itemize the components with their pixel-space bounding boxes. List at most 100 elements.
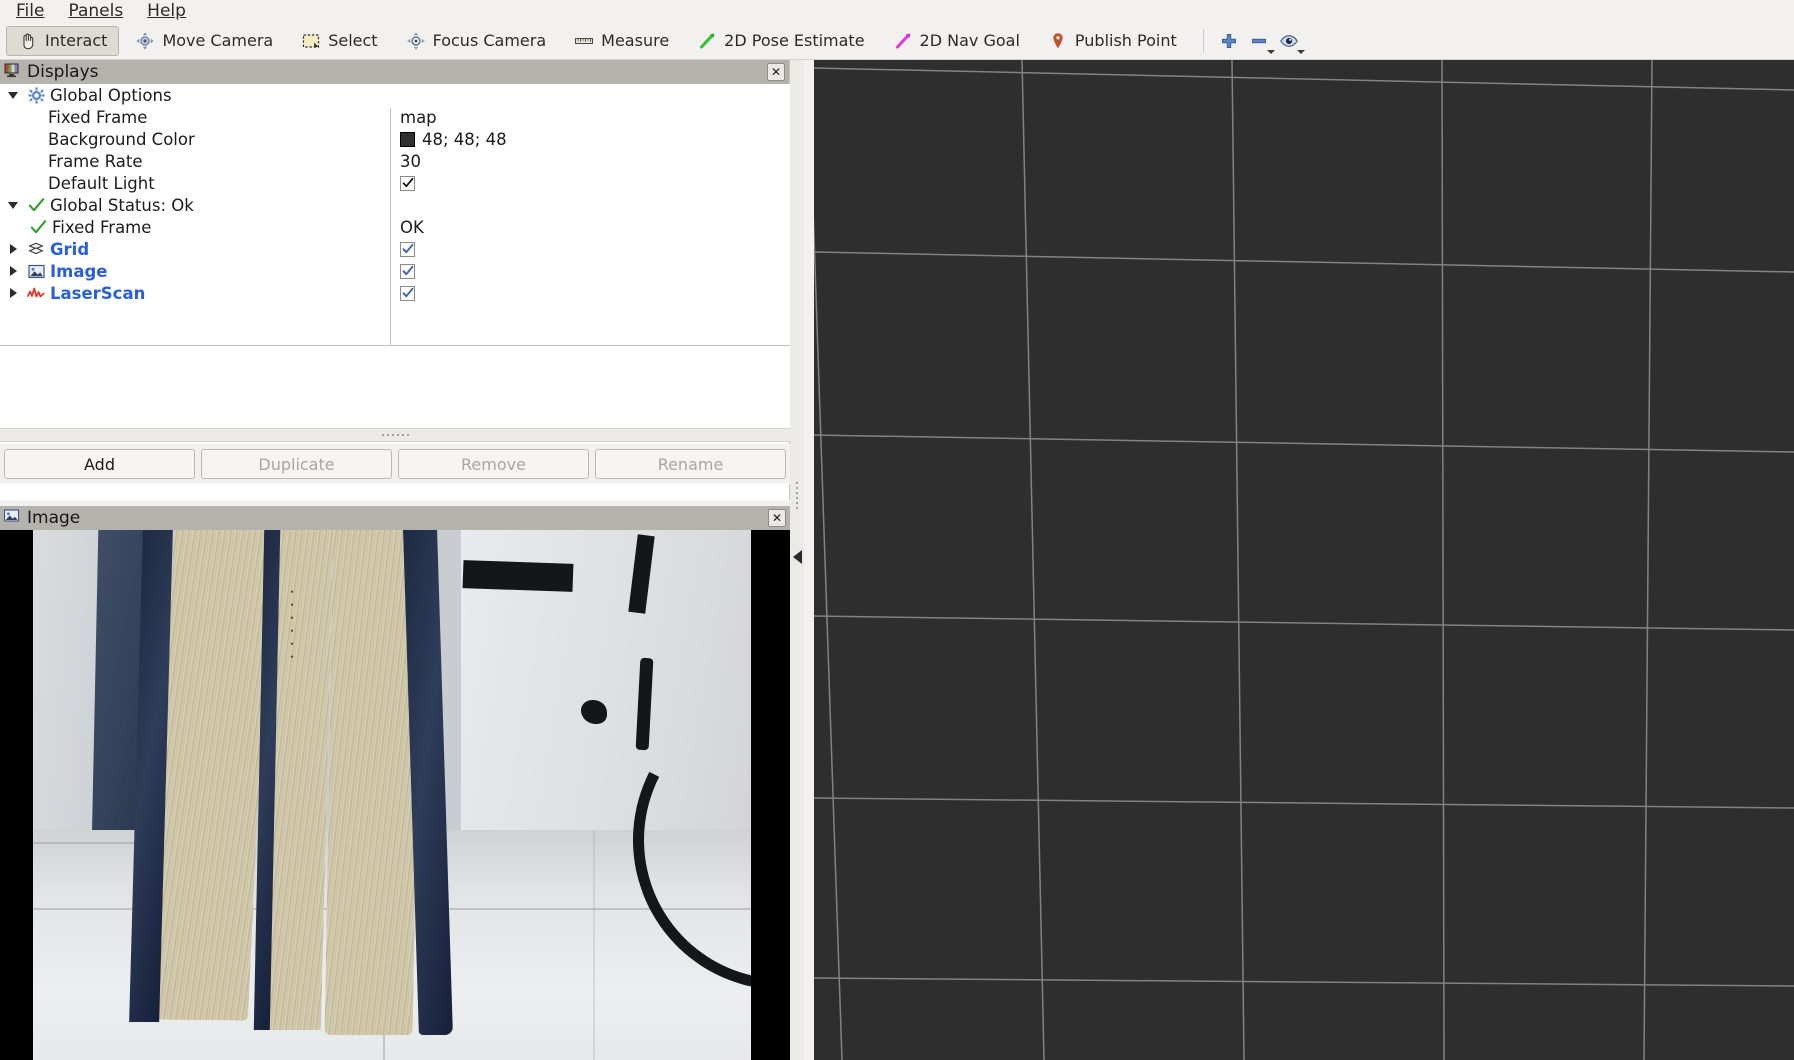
rename-button-label: Rename [657,454,724,474]
tree-value-fixed-frame[interactable]: map [400,106,437,128]
expander-grid[interactable] [2,244,24,254]
tree-row-global-status[interactable]: Global Status: Ok [0,194,790,216]
ruler-icon [574,31,594,51]
color-swatch [400,131,415,147]
displays-panel: Displays ✕ Global Options Fixed Frame ma… [0,60,790,500]
tree-row-background-color[interactable]: Background Color 48; 48; 48 [0,128,790,150]
visibility-button[interactable] [1274,27,1305,55]
main-toolbar: Interact Move Camera Select Focus Camera… [0,22,1794,60]
display-properties-area [0,346,790,428]
tree-label-fixed-frame-status: Fixed Frame [52,217,152,237]
displays-tree[interactable]: Global Options Fixed Frame map Backgroun… [0,84,790,370]
remove-button-label: Remove [461,454,526,474]
move-camera-icon [135,31,155,51]
expander-global-options[interactable] [2,91,24,99]
left-triangle-icon[interactable] [792,550,802,564]
floor-seam [593,830,595,1060]
tree-row-grid[interactable]: Grid [0,238,790,260]
tree-label-image: Image [50,261,108,281]
tool-interact-label: Interact [45,31,108,50]
tree-label-global-status: Global Status: Ok [50,195,194,215]
image-icon [24,263,48,280]
green-arrow-icon [697,31,717,51]
tool-publish-point[interactable]: Publish Point [1036,26,1189,56]
tree-column-divider[interactable] [390,108,391,370]
tool-measure[interactable]: Measure [562,26,681,56]
image-panel: Image ✕ ・・・・・・ [0,506,790,1060]
tree-label-fixed-frame: Fixed Frame [48,107,148,127]
tree-row-image[interactable]: Image [0,260,790,282]
eye-icon [1279,31,1299,51]
tree-value-image[interactable] [400,260,415,282]
laserscan-waveform-icon [24,285,48,301]
tool-select[interactable]: Select [289,26,389,56]
grid-checkbox[interactable] [400,241,415,257]
displays-panel-titlebar: Displays ✕ [0,60,789,84]
displays-panel-title: Displays [27,62,99,82]
tool-select-label: Select [328,31,378,50]
minus-icon [1249,31,1269,51]
background-color-text: 48; 48; 48 [422,129,507,149]
3d-render-view[interactable] [814,60,1794,1060]
tool-publish-point-label: Publish Point [1074,31,1177,50]
green-check-icon [24,197,48,214]
tree-value-background-color[interactable]: 48; 48; 48 [400,128,507,150]
tree-row-global-options[interactable]: Global Options [0,84,790,106]
toolbar-separator [1202,28,1204,53]
tree-row-frame-rate[interactable]: Frame Rate 30 [0,150,790,172]
tool-focus-camera-label: Focus Camera [432,31,547,50]
magenta-arrow-icon [893,31,913,51]
image-checkbox[interactable] [400,263,415,279]
close-icon: ✕ [771,511,783,525]
image-panel-title: Image [27,508,81,528]
green-check-icon [26,219,50,236]
displays-panel-close-button[interactable]: ✕ [767,63,785,81]
tool-interact[interactable]: Interact [6,25,120,56]
laserscan-checkbox[interactable] [400,285,415,301]
board-mark-bar [462,560,574,592]
zoom-out-button[interactable] [1244,27,1275,55]
tree-row-laserscan[interactable]: LaserScan [0,282,790,304]
tree-row-fixed-frame[interactable]: Fixed Frame map [0,106,790,128]
zoom-in-button[interactable] [1214,27,1244,55]
focus-camera-icon [406,31,426,51]
select-rectangle-icon [301,31,321,51]
default-light-checkbox[interactable] [400,175,415,191]
visibility-dropdown-arrow[interactable] [1296,49,1305,54]
tool-measure-label: Measure [601,31,670,50]
tree-value-frame-rate[interactable]: 30 [400,150,421,172]
menu-file[interactable]: File [4,0,56,22]
tree-row-default-light[interactable]: Default Light [0,172,790,194]
rename-button[interactable]: Rename [595,449,786,479]
tree-value-fixed-frame-status: OK [400,217,424,237]
duplicate-button[interactable]: Duplicate [201,449,392,479]
add-button[interactable]: Add [4,449,195,479]
tree-value-laserscan[interactable] [400,282,415,304]
vertical-splitter[interactable] [790,60,804,1060]
horizontal-splitter[interactable] [0,428,790,442]
tree-row-fixed-frame-status[interactable]: Fixed Frame OK [0,216,790,238]
menu-panels[interactable]: Panels [56,0,135,22]
tree-label-default-light: Default Light [48,173,155,193]
expander-global-status[interactable] [2,201,24,209]
tool-2d-nav-goal[interactable]: 2D Nav Goal [881,26,1032,56]
tree-value-default-light[interactable] [400,172,415,194]
hand-cursor-icon [18,31,38,51]
menu-help-label: Help [147,1,186,21]
tool-2d-nav-goal-label: 2D Nav Goal [919,31,1020,50]
splitter-grip [796,482,798,509]
menu-panels-label: Panels [68,1,124,21]
expander-image[interactable] [2,266,24,276]
remove-button[interactable]: Remove [398,449,589,479]
image-panel-close-button[interactable]: ✕ [768,509,786,527]
tree-value-grid[interactable] [400,238,415,260]
tool-2d-pose-estimate[interactable]: 2D Pose Estimate [685,26,876,56]
tool-move-camera[interactable]: Move Camera [123,26,285,56]
tool-focus-camera[interactable]: Focus Camera [394,26,559,56]
menu-help[interactable]: Help [135,0,198,22]
rviz-window: File Panels Help Interact Move Camera Se… [0,0,1794,1060]
plus-icon [1219,31,1239,51]
camera-image-view[interactable]: ・・・・・・ [0,530,790,1060]
board-mark-blob [581,700,607,724]
expander-laserscan[interactable] [2,288,24,298]
